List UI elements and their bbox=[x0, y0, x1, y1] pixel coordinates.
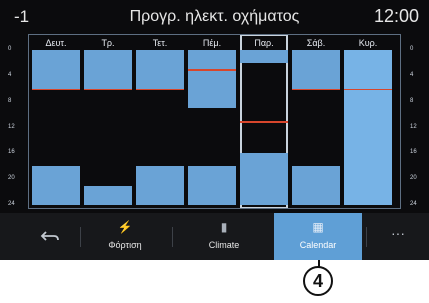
time-marker bbox=[32, 88, 80, 91]
clock: 12:00 bbox=[373, 6, 419, 26]
day-label: Δευτ. bbox=[45, 38, 67, 48]
tab-climate-label: Climate bbox=[208, 240, 240, 250]
time-marker bbox=[188, 69, 236, 71]
hour-tick-right: 24 bbox=[410, 201, 417, 207]
schedule-slot[interactable] bbox=[84, 50, 132, 89]
day-label: Τετ. bbox=[152, 38, 168, 48]
tab-separator bbox=[172, 227, 173, 247]
hour-tick-right: 0 bbox=[410, 46, 414, 52]
schedule-slot[interactable] bbox=[136, 166, 184, 205]
hour-tick-right: 4 bbox=[410, 71, 414, 78]
hour-tick-right: 16 bbox=[410, 149, 417, 156]
more-button[interactable]: ··· bbox=[370, 213, 426, 260]
day-label: Σάβ. bbox=[306, 38, 326, 48]
schedule-slot[interactable] bbox=[32, 50, 80, 89]
tab-separator bbox=[80, 227, 81, 247]
hour-tick-left: 8 bbox=[8, 97, 12, 104]
back-button[interactable] bbox=[24, 213, 76, 260]
schedule-slot[interactable] bbox=[136, 50, 184, 89]
hour-tick-left: 16 bbox=[8, 149, 15, 156]
hour-tick-right: 12 bbox=[410, 123, 417, 130]
day-label: Παρ. bbox=[254, 38, 274, 48]
time-marker bbox=[84, 88, 132, 91]
schedule-slot[interactable] bbox=[84, 185, 132, 205]
bottom-tab-bar: ⚡ Φόρτιση ▮ Climate ▦ Calendar ··· bbox=[0, 213, 429, 260]
schedule-slot[interactable] bbox=[240, 50, 288, 63]
ev-schedule-screen: -1 Προγρ. ηλεκτ. οχήματος 12:00 0 0 4 4 8 8 12… bbox=[0, 0, 429, 260]
time-marker bbox=[136, 88, 184, 91]
day-label: Πέμ. bbox=[202, 38, 222, 48]
schedule-grid: 0 0 4 4 8 8 12 12 16 16 20 20 24 24 Δευτ. Τρ. Τετ. Πέμ. Πα… bbox=[0, 34, 429, 209]
day-column[interactable]: Παρ. bbox=[240, 34, 288, 209]
day-column[interactable]: Σάβ. bbox=[292, 34, 340, 209]
time-marker bbox=[344, 88, 392, 91]
day-column[interactable]: Πέμ. bbox=[188, 34, 236, 209]
hour-tick-right: 8 bbox=[410, 97, 414, 104]
header: -1 Προγρ. ηλεκτ. οχήματος 12:00 bbox=[0, 0, 429, 34]
calendar-icon: ▦ bbox=[312, 220, 324, 234]
time-marker bbox=[292, 88, 340, 91]
hour-tick-left: 24 bbox=[8, 201, 15, 207]
schedule-slot[interactable] bbox=[292, 166, 340, 205]
hour-tick-left: 12 bbox=[8, 123, 15, 130]
schedule-slot[interactable] bbox=[188, 166, 236, 205]
schedule-slot[interactable] bbox=[32, 166, 80, 205]
tab-charging[interactable]: ⚡ Φόρτιση bbox=[84, 213, 166, 260]
hour-tick-left: 0 bbox=[8, 46, 12, 52]
schedule-slot[interactable] bbox=[292, 50, 340, 89]
hour-tick-left: 20 bbox=[8, 175, 15, 182]
more-icon: ··· bbox=[391, 225, 405, 241]
day-column[interactable]: Τρ. bbox=[84, 34, 132, 209]
callout-number: 4 bbox=[303, 266, 333, 296]
schedule-slot[interactable] bbox=[344, 50, 392, 205]
schedule-slot[interactable] bbox=[240, 153, 288, 205]
schedule-slot[interactable] bbox=[188, 50, 236, 109]
climate-icon: ▮ bbox=[220, 220, 228, 234]
day-column[interactable]: Τετ. bbox=[136, 34, 184, 209]
hour-tick-right: 20 bbox=[410, 175, 417, 182]
tab-separator bbox=[366, 227, 367, 247]
back-arrow-icon bbox=[40, 231, 59, 241]
day-column[interactable]: Κυρ. bbox=[344, 34, 392, 209]
time-marker bbox=[240, 121, 288, 123]
day-column[interactable]: Δευτ. bbox=[32, 34, 80, 209]
charging-icon: ⚡ bbox=[117, 220, 133, 234]
tab-calendar-label: Calendar bbox=[299, 240, 337, 250]
tab-climate[interactable]: ▮ Climate bbox=[178, 213, 270, 260]
day-label: Κυρ. bbox=[358, 38, 378, 48]
hour-tick-left: 4 bbox=[8, 71, 12, 78]
page-title: Προγρ. ηλεκτ. οχήματος bbox=[129, 8, 300, 25]
day-label: Τρ. bbox=[101, 38, 115, 48]
tab-charging-label: Φόρτιση bbox=[108, 240, 142, 250]
tab-calendar[interactable]: ▦ Calendar bbox=[274, 213, 362, 260]
